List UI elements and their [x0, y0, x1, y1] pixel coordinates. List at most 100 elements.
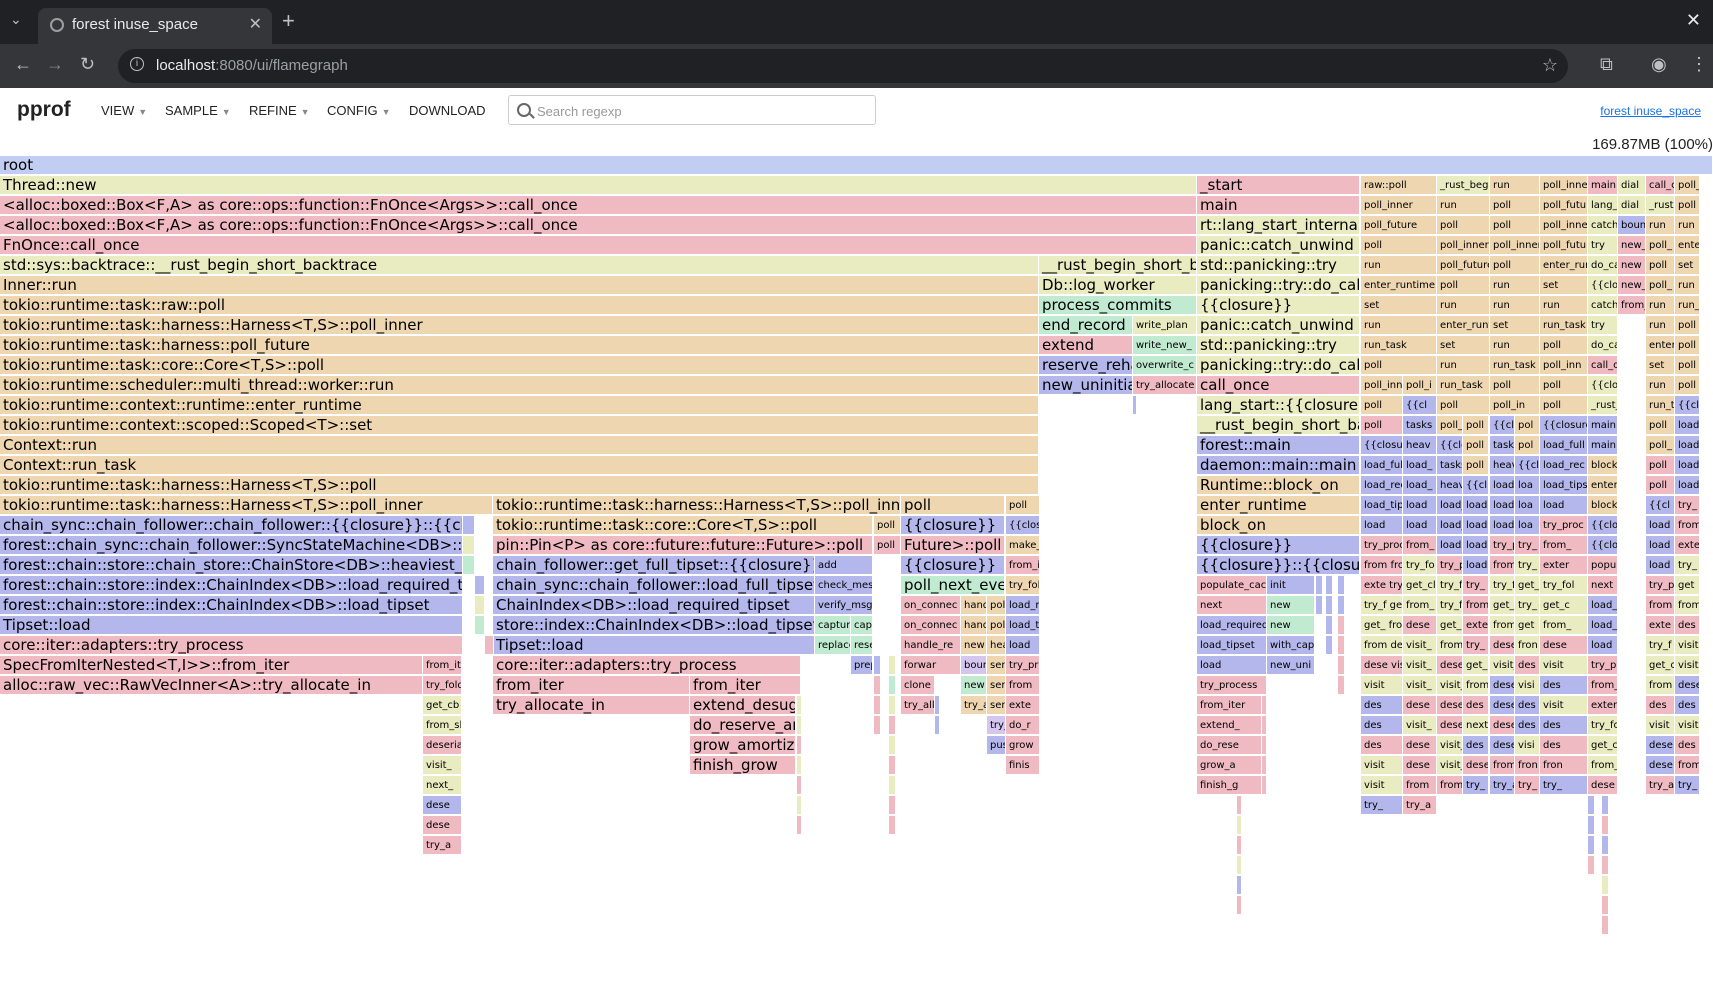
- flame-frame[interactable]: run: [1646, 316, 1675, 335]
- flame-frame[interactable]: {{closure}}::{{closure}}: [1197, 556, 1360, 575]
- flame-frame[interactable]: check_mes: [815, 576, 873, 595]
- flame-frame[interactable]: get: [1675, 576, 1700, 595]
- flame-frame[interactable]: des: [1646, 696, 1675, 715]
- flame-frame[interactable]: poll: [1437, 396, 1490, 415]
- flame-frame[interactable]: call_c: [1646, 176, 1675, 195]
- flame-frame[interactable]: load_r: [1490, 476, 1515, 495]
- flame-frame[interactable]: get_ fron: [1361, 616, 1403, 635]
- flame-frame[interactable]: poll_: [1646, 236, 1675, 255]
- flame-frame[interactable]: [475, 616, 485, 635]
- flame-frame[interactable]: des: [1515, 716, 1540, 735]
- flame-frame[interactable]: visit_: [1403, 716, 1437, 735]
- flame-frame[interactable]: populate_cach: [1197, 576, 1267, 595]
- flame-frame[interactable]: [889, 756, 896, 775]
- tab-search-icon[interactable]: ⌄: [10, 11, 22, 28]
- flame-frame[interactable]: poll_inner: [1540, 176, 1588, 195]
- flame-frame[interactable]: hand: [961, 596, 987, 615]
- flame-frame[interactable]: [1338, 616, 1345, 635]
- flame-frame[interactable]: try_pr: [1588, 656, 1618, 675]
- tab-close-icon[interactable]: ✕: [249, 14, 262, 34]
- flame-frame[interactable]: tokio::runtime::task::core::Core<T,S>::p…: [493, 516, 873, 535]
- flame-frame[interactable]: exte try_: [1361, 576, 1403, 595]
- flame-frame[interactable]: load_: [1403, 456, 1437, 475]
- flame-frame[interactable]: from_it: [423, 656, 462, 675]
- flame-frame[interactable]: from_sl: [1490, 616, 1515, 635]
- menu-sample[interactable]: SAMPLE ▼: [165, 103, 231, 118]
- flame-frame[interactable]: dese: [1490, 676, 1515, 695]
- flame-frame[interactable]: visit_: [1490, 656, 1515, 675]
- flame-frame[interactable]: visit_: [1403, 676, 1437, 695]
- flame-frame[interactable]: [1588, 836, 1595, 855]
- flame-frame[interactable]: dese: [1490, 696, 1515, 715]
- flame-frame[interactable]: load: [1490, 516, 1515, 535]
- address-bar[interactable]: i localhost:8080/ui/flamegraph ☆: [118, 49, 1568, 83]
- flame-frame[interactable]: _rust_begi: [1437, 176, 1490, 195]
- flame-frame[interactable]: load: [1646, 556, 1675, 575]
- flame-frame[interactable]: from: [1403, 776, 1437, 795]
- forward-icon[interactable]: →: [46, 54, 64, 75]
- flame-frame[interactable]: ser: [987, 656, 1006, 675]
- flame-frame[interactable]: try_a: [1403, 796, 1437, 815]
- flame-frame[interactable]: run_task: [1540, 316, 1588, 335]
- flame-frame[interactable]: [1588, 816, 1595, 835]
- flame-frame[interactable]: load: [1403, 496, 1437, 515]
- flame-frame[interactable]: run: [1675, 276, 1700, 295]
- flame-frame[interactable]: [1602, 816, 1609, 835]
- flame-frame[interactable]: <alloc::boxed::Box<F,A> as core::ops::fu…: [0, 216, 1197, 235]
- flame-frame[interactable]: heav: [1403, 436, 1437, 455]
- flame-frame[interactable]: try_: [1361, 796, 1403, 815]
- browser-tab-active[interactable]: forest inuse_space ✕: [38, 8, 272, 44]
- flame-frame[interactable]: [1602, 856, 1609, 875]
- flame-frame[interactable]: [1262, 696, 1267, 715]
- flame-frame[interactable]: poll: [1490, 376, 1540, 395]
- flame-frame[interactable]: Thread::new: [0, 176, 1197, 195]
- flame-frame[interactable]: [797, 776, 802, 795]
- flame-frame[interactable]: run: [1361, 316, 1437, 335]
- flame-frame[interactable]: get_c: [1588, 736, 1618, 755]
- flame-frame[interactable]: load: [1463, 516, 1489, 535]
- flame-frame[interactable]: do_reserve_and_han: [690, 716, 796, 735]
- profile-icon[interactable]: ◉: [1651, 54, 1667, 75]
- flame-frame[interactable]: try: [1588, 316, 1618, 335]
- flame-frame[interactable]: run_t: [1675, 296, 1700, 315]
- flame-frame[interactable]: _rust: [1646, 196, 1675, 215]
- flame-frame[interactable]: dese: [1588, 776, 1618, 795]
- flame-frame[interactable]: des: [1675, 616, 1700, 635]
- flame-frame[interactable]: init: [1267, 576, 1315, 595]
- flame-frame[interactable]: [874, 656, 881, 675]
- flame-frame[interactable]: lang_s: [1588, 196, 1618, 215]
- flame-frame[interactable]: forest::main: [1197, 436, 1360, 455]
- flame-frame[interactable]: [1602, 796, 1609, 815]
- flame-frame[interactable]: try_allocate_in: [493, 696, 690, 715]
- flame-frame[interactable]: try_fol: [1540, 576, 1588, 595]
- flame-frame[interactable]: [1338, 576, 1345, 595]
- flame-frame[interactable]: run: [1437, 356, 1490, 375]
- flame-frame[interactable]: try_pr: [1006, 656, 1040, 675]
- flame-frame[interactable]: {{clos: [1588, 516, 1618, 535]
- flame-frame[interactable]: try_pr: [1437, 556, 1463, 575]
- flame-frame[interactable]: ChainIndex<DB>::load_required_tipset: [493, 596, 815, 615]
- flame-frame[interactable]: poll_inn: [1540, 356, 1588, 375]
- flame-frame[interactable]: [1588, 856, 1595, 875]
- flame-frame[interactable]: load_full: [1361, 456, 1403, 475]
- flame-frame[interactable]: store::index::ChainIndex<DB>::load_tipse…: [493, 616, 815, 635]
- flame-frame[interactable]: poll: [1675, 316, 1700, 335]
- flame-frame[interactable]: set: [1490, 316, 1540, 335]
- flame-frame[interactable]: [1262, 716, 1267, 735]
- flame-frame[interactable]: load_rec: [1361, 476, 1403, 495]
- flame-frame[interactable]: try_: [1463, 576, 1489, 595]
- flame-frame[interactable]: poll: [1361, 416, 1403, 435]
- flame-frame[interactable]: [935, 696, 940, 715]
- flame-frame[interactable]: get_c: [1540, 596, 1588, 615]
- flame-frame[interactable]: get: [1515, 616, 1540, 635]
- flame-frame[interactable]: enter_run: [1540, 256, 1588, 275]
- menu-config[interactable]: CONFIG ▼: [327, 103, 390, 118]
- flame-frame[interactable]: try_: [1515, 556, 1540, 575]
- flame-frame[interactable]: set: [1646, 356, 1675, 375]
- flame-frame[interactable]: __rust_begin_short_backtrace: [1039, 256, 1197, 275]
- flame-frame[interactable]: load_t: [1006, 616, 1040, 635]
- flame-frame[interactable]: [1237, 876, 1242, 895]
- flame-frame[interactable]: visi: [1515, 676, 1540, 695]
- flame-frame[interactable]: from: [1675, 756, 1700, 775]
- flame-frame[interactable]: [463, 556, 475, 575]
